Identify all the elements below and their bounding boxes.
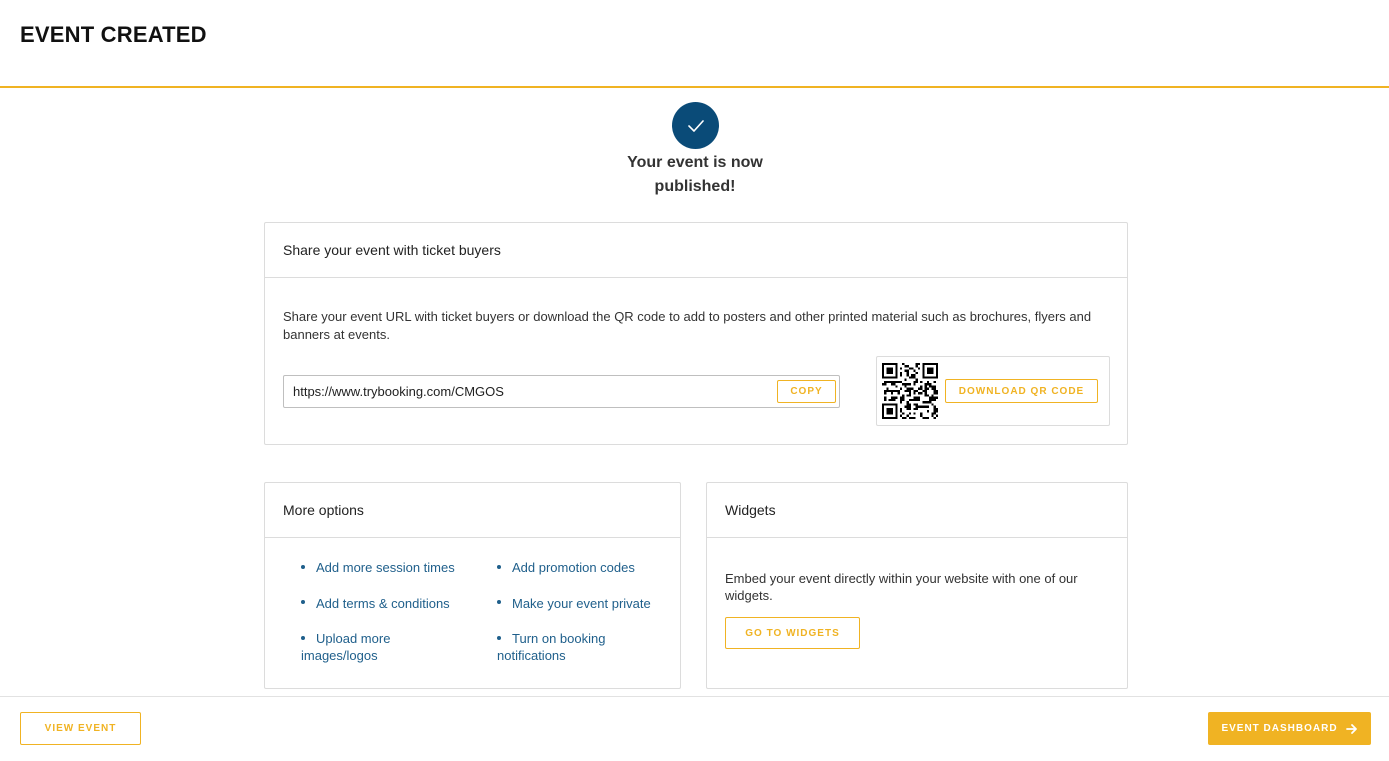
qr-panel: DOWNLOAD QR CODE bbox=[876, 356, 1110, 426]
event-url-text: https://www.trybooking.com/CMGOS bbox=[293, 384, 504, 399]
event-url-field[interactable]: https://www.trybooking.com/CMGOS COPY bbox=[283, 375, 840, 408]
bullet-icon bbox=[497, 564, 501, 569]
option-add-promotion-codes[interactable]: Add promotion codes bbox=[497, 559, 667, 595]
more-options-list: Add more session times Add promotion cod… bbox=[301, 559, 671, 666]
more-options-title: More options bbox=[265, 483, 680, 538]
option-add-terms[interactable]: Add terms & conditions bbox=[301, 595, 497, 631]
success-message: Your event is now published! bbox=[627, 154, 763, 195]
event-dashboard-label: EVENT DASHBOARD bbox=[1221, 723, 1338, 734]
bullet-icon bbox=[497, 600, 501, 605]
option-add-session-times[interactable]: Add more session times bbox=[301, 559, 497, 595]
widgets-title: Widgets bbox=[707, 483, 1127, 538]
widgets-card: Widgets Embed your event directly within… bbox=[706, 482, 1128, 689]
bullet-icon bbox=[301, 564, 305, 569]
event-dashboard-button[interactable]: EVENT DASHBOARD bbox=[1208, 712, 1371, 745]
option-booking-notifications[interactable]: Turn on booking notifications bbox=[497, 630, 637, 666]
check-icon bbox=[672, 102, 719, 149]
share-card: Share your event with ticket buyers Shar… bbox=[264, 222, 1128, 445]
bullet-icon bbox=[301, 635, 305, 640]
go-to-widgets-button[interactable]: GO TO WIDGETS bbox=[725, 617, 860, 649]
qr-code-icon bbox=[882, 363, 938, 419]
arrow-right-icon bbox=[1345, 723, 1357, 734]
option-upload-images[interactable]: Upload more images/logos bbox=[301, 630, 441, 666]
option-make-private[interactable]: Make your event private bbox=[497, 595, 667, 631]
bullet-icon bbox=[497, 635, 501, 640]
share-card-title: Share your event with ticket buyers bbox=[265, 223, 1127, 278]
view-event-button[interactable]: VIEW EVENT bbox=[20, 712, 141, 745]
copy-button[interactable]: COPY bbox=[777, 380, 836, 403]
share-description: Share your event URL with ticket buyers … bbox=[283, 309, 1092, 342]
download-qr-button[interactable]: DOWNLOAD QR CODE bbox=[945, 379, 1098, 403]
widgets-description: Embed your event directly within your we… bbox=[725, 571, 1078, 603]
top-bar: EVENT CREATED bbox=[0, 0, 1389, 88]
more-options-card: More options Add more session times Add … bbox=[264, 482, 681, 689]
page-title: EVENT CREATED bbox=[20, 22, 207, 47]
bottom-bar: VIEW EVENT EVENT DASHBOARD bbox=[0, 696, 1389, 761]
bullet-icon bbox=[301, 600, 305, 605]
